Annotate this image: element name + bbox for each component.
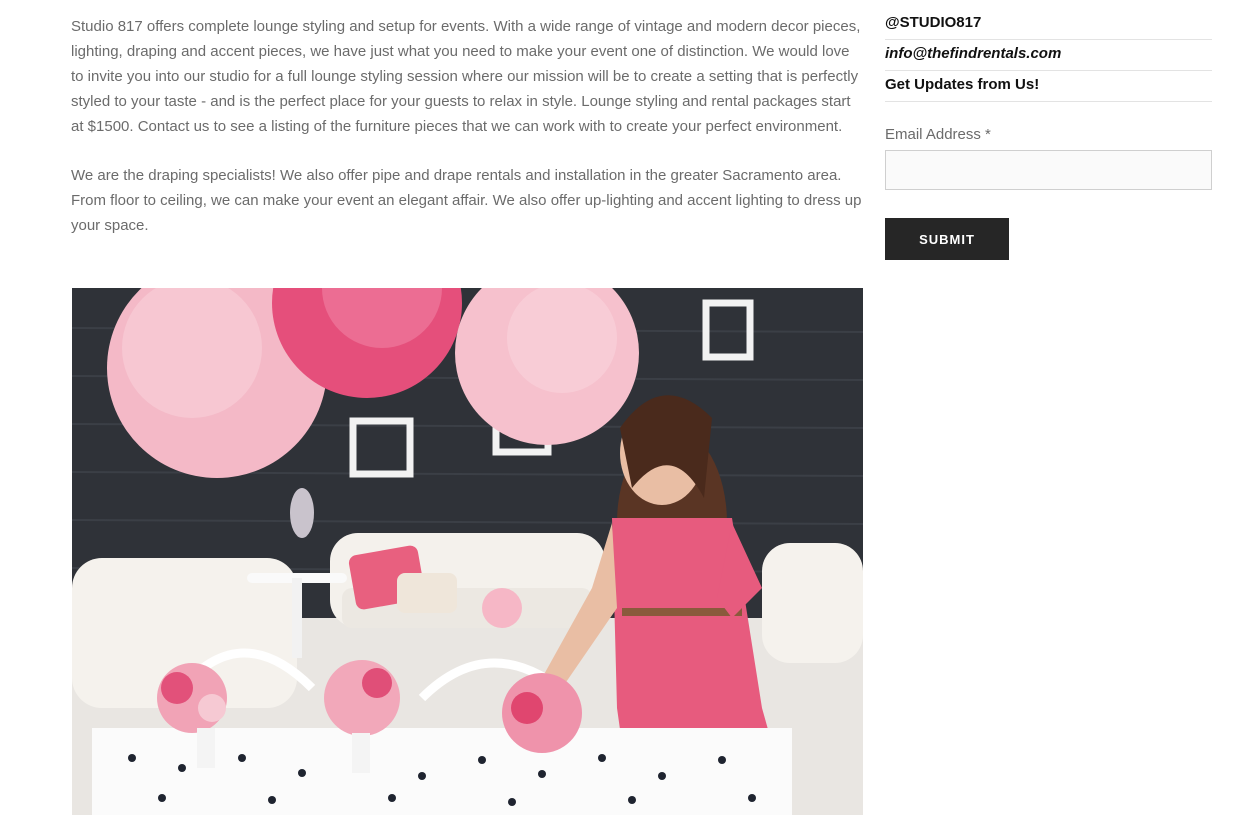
email-link[interactable]: info@thefindrentals.com <box>885 45 1061 62</box>
intro-paragraph: Studio 817 offers complete lounge stylin… <box>71 18 861 135</box>
email-row[interactable]: info@thefindrentals.com <box>885 40 1212 71</box>
event-photo <box>72 288 863 815</box>
instagram-handle[interactable]: @STUDIO817 <box>885 12 1212 40</box>
main-content: Studio 817 offers complete lounge stylin… <box>71 14 863 238</box>
sidebar: @STUDIO817 info@thefindrentals.com Get U… <box>885 12 1212 260</box>
submit-button[interactable]: SUBMIT <box>885 218 1009 260</box>
email-field-label: Email Address * <box>885 126 991 143</box>
draping-paragraph: We are the draping specialists! We also … <box>71 167 862 234</box>
email-field[interactable] <box>885 150 1212 190</box>
updates-heading: Get Updates from Us! <box>885 71 1212 102</box>
instagram-link[interactable]: @STUDIO817 <box>885 14 981 31</box>
